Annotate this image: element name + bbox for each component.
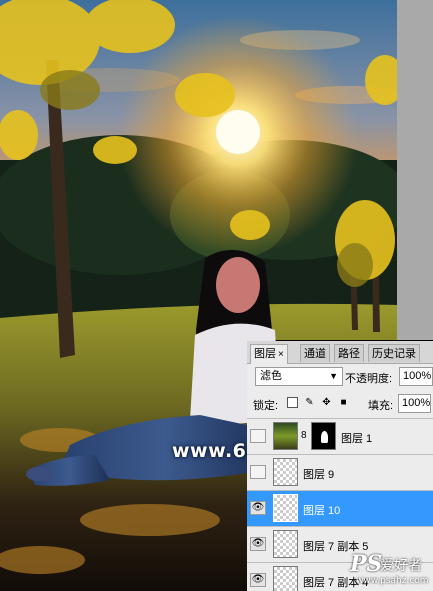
close-icon[interactable]: ×	[278, 349, 284, 360]
layer-mask-thumbnail[interactable]	[311, 422, 336, 450]
site-watermark: PS 爱好者 www.psahz.com	[350, 551, 433, 591]
tab-layers[interactable]: 图层 ×	[250, 344, 288, 364]
chevron-down-icon: ▼	[329, 371, 338, 381]
layer-thumbnail	[273, 494, 298, 522]
link-icon: 8	[301, 430, 307, 441]
site-name: 爱好者	[380, 558, 422, 574]
layer-thumbnail	[273, 458, 298, 486]
opacity-label: 不透明度:	[345, 373, 393, 385]
lock-brush-icon[interactable]: ✎	[304, 397, 315, 408]
fill-input[interactable]: 100%	[398, 394, 431, 413]
lock-row: 锁定: ✎ ✥ ■ 填充: 100%	[247, 394, 433, 414]
layer-name: 图层 1	[341, 433, 373, 445]
layer-row-1[interactable]: 8 图层 1	[247, 418, 433, 454]
eye-icon[interactable]: 👁	[250, 501, 266, 515]
blend-mode-value: 滤色	[260, 370, 282, 382]
eye-icon[interactable]: 👁	[250, 537, 266, 551]
tab-paths[interactable]: 路径	[334, 344, 364, 362]
panel-tabs: 图层 × 通道 路径 历史记录	[247, 341, 433, 364]
layer-name: 图层 9	[303, 469, 335, 481]
layer-thumbnail	[273, 530, 298, 558]
opacity-input[interactable]: 100%	[399, 367, 433, 386]
canvas-gutter	[397, 0, 433, 340]
lock-label: 锁定:	[253, 400, 279, 412]
fill-label: 填充:	[368, 400, 394, 412]
lock-transparent-icon[interactable]	[287, 397, 298, 408]
visibility-toggle[interactable]	[250, 429, 266, 443]
eye-icon[interactable]: 👁	[250, 573, 266, 587]
lock-all-icon[interactable]: ■	[338, 397, 349, 408]
visibility-toggle[interactable]	[250, 465, 266, 479]
tab-history[interactable]: 历史记录	[368, 344, 420, 362]
tab-layers-label: 图层	[254, 348, 276, 360]
tab-channels[interactable]: 通道	[300, 344, 330, 362]
layer-thumbnail	[273, 422, 298, 450]
tab-paths-label: 路径	[338, 348, 360, 360]
blend-mode-select[interactable]: 滤色 ▼	[255, 367, 343, 386]
layer-row-9[interactable]: 图层 9	[247, 454, 433, 490]
site-logo: PS	[350, 551, 383, 577]
layer-thumbnail	[273, 566, 298, 591]
layer-row-10[interactable]: 👁 图层 10	[247, 490, 433, 526]
tab-channels-label: 通道	[304, 348, 326, 360]
lock-move-icon[interactable]: ✥	[321, 397, 332, 408]
blend-row: 滤色 ▼ 不透明度: 100%	[251, 367, 433, 387]
tab-history-label: 历史记录	[372, 348, 416, 360]
site-url: www.psahz.com	[356, 576, 429, 586]
layer-name: 图层 10	[303, 505, 341, 517]
